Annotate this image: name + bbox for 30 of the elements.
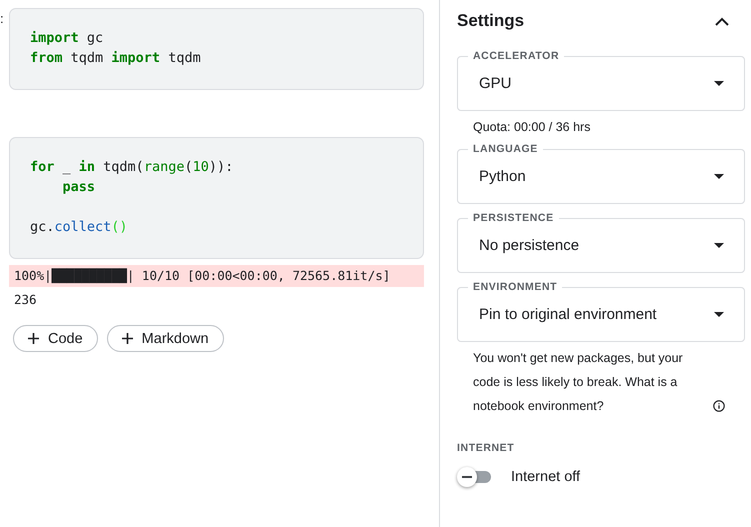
select-value: No persistence (479, 237, 580, 254)
code-line: from tqdm import tqdm (30, 49, 201, 68)
result-output: 236 (13, 291, 38, 309)
code-line: import gc (30, 29, 104, 48)
section-label: INTERNET (457, 442, 516, 454)
gutter-mark: : (0, 12, 4, 26)
dropdown-caret-icon (714, 81, 724, 86)
progress-output: 100%|██████████| 10/10 [00:00<00:00, 72565.81it/s] (9, 265, 424, 287)
help-text: Quota: 00:00 / 36 hrs (473, 119, 592, 136)
dropdown-caret-icon (714, 243, 724, 248)
code-cell[interactable]: for _ in tqdm(range(10)): pass gc.collect() (9, 137, 424, 259)
add-cell-button[interactable]: Markdown (106, 325, 224, 352)
code-line: pass (62, 178, 96, 197)
toggle-switch[interactable] (457, 467, 491, 487)
plus-icon (28, 333, 39, 344)
help-text: You won't get new packages, but your code is less likely to break. What is a notebook environment? (473, 350, 684, 415)
settings-title: Settings (457, 11, 524, 31)
code-line: gc.collect() (30, 218, 128, 237)
dropdown-caret-icon (714, 312, 724, 317)
select-value: GPU (479, 75, 512, 92)
toggle-label: Internet off (511, 469, 580, 485)
add-cell-button[interactable]: Code (13, 325, 98, 352)
code-line: for _ in tqdm(range(10)): (30, 158, 234, 177)
plus-icon (122, 333, 133, 344)
code-cell[interactable]: import gc from tqdm import tqdm (9, 8, 424, 90)
select-value: Python (479, 168, 526, 185)
dropdown-caret-icon (714, 174, 724, 179)
select-value: Pin to original environment (479, 306, 657, 323)
info-icon[interactable] (713, 400, 725, 412)
collapse-icon[interactable] (715, 16, 729, 26)
